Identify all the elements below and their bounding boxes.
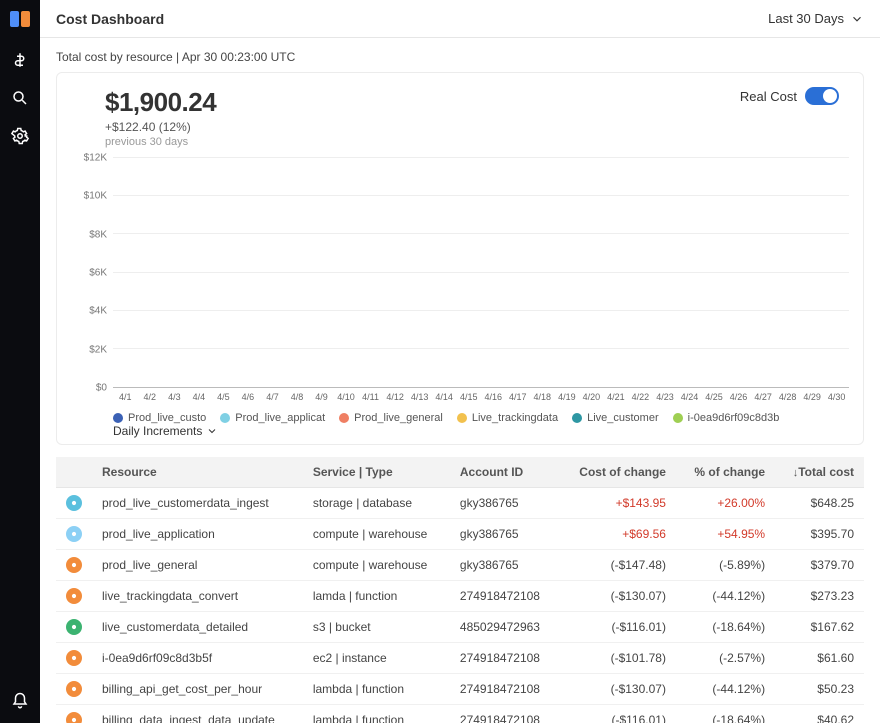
topbar: Cost Dashboard Last 30 Days [40, 0, 880, 38]
x-tick: 4/12 [383, 388, 408, 402]
legend-swatch [572, 413, 582, 423]
chevron-down-icon [850, 12, 864, 26]
resource-icon [66, 712, 82, 723]
y-tick: $12K [84, 153, 107, 164]
page-title: Cost Dashboard [56, 11, 164, 27]
col-cost-change[interactable]: Cost of change [559, 457, 676, 488]
x-tick: 4/13 [407, 388, 432, 402]
legend-item[interactable]: Prod_live_general [339, 412, 443, 424]
notifications-icon[interactable] [10, 691, 30, 711]
chevron-down-icon [206, 425, 218, 437]
increments-picker[interactable]: Daily Increments [113, 424, 218, 438]
legend-swatch [339, 413, 349, 423]
real-cost-label: Real Cost [740, 89, 797, 104]
x-tick: 4/5 [211, 388, 236, 402]
table-row[interactable]: prod_live_customerdata_ingeststorage | d… [56, 488, 864, 519]
x-tick: 4/15 [456, 388, 481, 402]
col-account[interactable]: Account ID [450, 457, 559, 488]
x-tick: 4/28 [775, 388, 800, 402]
chart-legend: Prod_live_custo Prod_live_applicat Prod_li… [113, 412, 849, 438]
legend-item[interactable]: Prod_live_custo [113, 412, 206, 424]
x-tick: 4/19 [555, 388, 580, 402]
date-range-picker[interactable]: Last 30 Days [768, 11, 864, 26]
y-tick: $10K [84, 191, 107, 202]
main: Cost Dashboard Last 30 Days Total cost b… [40, 0, 880, 723]
cost-chart: $0$2K$4K$6K$8K$10K$12K [71, 158, 849, 388]
resource-icon [66, 619, 82, 635]
resource-icon [66, 495, 82, 511]
x-tick: 4/22 [628, 388, 653, 402]
resource-icon [66, 588, 82, 604]
x-tick: 4/4 [187, 388, 212, 402]
total-cost-delta: +$122.40 (12%) [105, 120, 216, 134]
x-tick: 4/9 [309, 388, 334, 402]
table-row[interactable]: live_customerdata_detaileds3 | bucket485… [56, 612, 864, 643]
y-tick: $0 [96, 383, 107, 394]
x-tick: 4/6 [236, 388, 261, 402]
settings-icon[interactable] [10, 126, 30, 146]
subheading: Total cost by resource | Apr 30 00:23:00… [56, 50, 864, 64]
sidebar [0, 0, 40, 723]
date-range-label: Last 30 Days [768, 11, 844, 26]
x-tick: 4/17 [506, 388, 531, 402]
legend-swatch [220, 413, 230, 423]
x-tick: 4/2 [138, 388, 163, 402]
table-row[interactable]: i-0ea9d6rf09c8d3b5fec2 | instance2749184… [56, 643, 864, 674]
cost-icon[interactable] [10, 50, 30, 70]
y-tick: $8K [89, 229, 107, 240]
table-row[interactable]: billing_data_ingest_data_updatelambda | … [56, 705, 864, 723]
x-tick: 4/27 [751, 388, 776, 402]
x-tick: 4/14 [432, 388, 457, 402]
x-tick: 4/25 [702, 388, 727, 402]
x-tick: 4/16 [481, 388, 506, 402]
x-tick: 4/10 [334, 388, 359, 402]
content: Total cost by resource | Apr 30 00:23:00… [40, 38, 880, 723]
legend-item[interactable]: i-0ea9d6rf09c8d3b [673, 412, 780, 424]
resource-icon [66, 650, 82, 666]
resources-table: Resource Service | Type Account ID Cost … [56, 457, 864, 723]
col-service[interactable]: Service | Type [303, 457, 450, 488]
x-tick: 4/7 [260, 388, 285, 402]
table-row[interactable]: billing_api_get_cost_per_hourlambda | fu… [56, 674, 864, 705]
legend-swatch [113, 413, 123, 423]
resource-icon [66, 557, 82, 573]
x-tick: 4/26 [726, 388, 751, 402]
previous-period-label: previous 30 days [105, 136, 216, 148]
table-row[interactable]: prod_live_generalcompute | warehousegky3… [56, 550, 864, 581]
legend-item[interactable]: Prod_live_applicat [220, 412, 325, 424]
x-tick: 4/20 [579, 388, 604, 402]
y-tick: $6K [89, 268, 107, 279]
legend-item[interactable]: Live_trackingdata [457, 412, 558, 424]
table-row[interactable]: prod_live_applicationcompute | warehouse… [56, 519, 864, 550]
app-logo[interactable] [7, 6, 33, 32]
cost-card: $1,900.24 +$122.40 (12%) previous 30 day… [56, 72, 864, 445]
col-pct-change[interactable]: % of change [676, 457, 775, 488]
x-tick: 4/24 [677, 388, 702, 402]
legend-item[interactable]: Live_customer [572, 412, 659, 424]
search-icon[interactable] [10, 88, 30, 108]
x-tick: 4/29 [800, 388, 825, 402]
x-tick: 4/1 [113, 388, 138, 402]
col-resource[interactable]: Resource [92, 457, 303, 488]
x-tick: 4/18 [530, 388, 555, 402]
resource-icon [66, 681, 82, 697]
x-tick: 4/8 [285, 388, 310, 402]
x-tick: 4/30 [824, 388, 849, 402]
x-tick: 4/23 [653, 388, 678, 402]
total-cost-value: $1,900.24 [105, 87, 216, 118]
real-cost-toggle[interactable] [805, 87, 839, 105]
legend-swatch [673, 413, 683, 423]
resource-icon [66, 526, 82, 542]
x-tick: 4/21 [604, 388, 629, 402]
table-row[interactable]: live_trackingdata_convertlamda | functio… [56, 581, 864, 612]
y-tick: $4K [89, 306, 107, 317]
legend-swatch [457, 413, 467, 423]
col-total-cost[interactable]: ↓Total cost [775, 457, 864, 488]
y-tick: $2K [89, 344, 107, 355]
x-tick: 4/11 [358, 388, 383, 402]
x-tick: 4/3 [162, 388, 187, 402]
